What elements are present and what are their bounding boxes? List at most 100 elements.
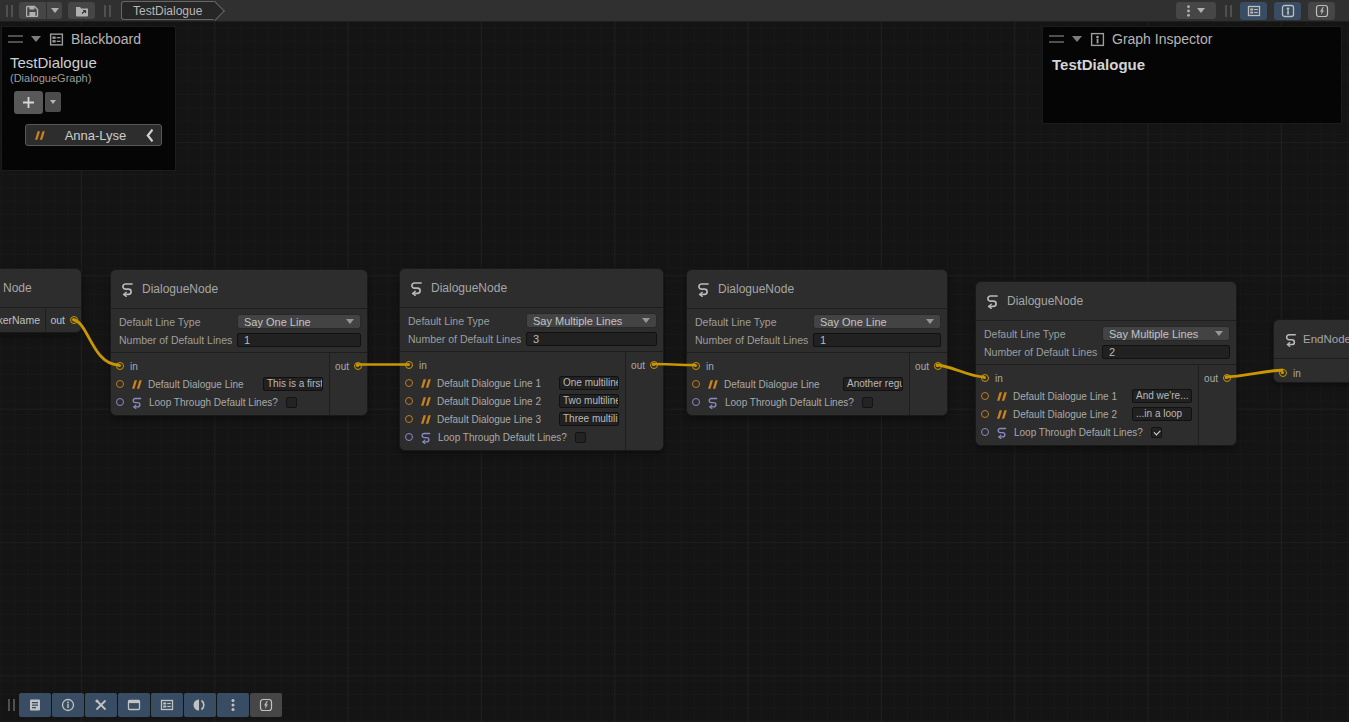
dialogue-line-field[interactable]: One multiline (559, 376, 619, 390)
quote-icon (706, 379, 718, 390)
node-header[interactable]: DialogueNode (976, 282, 1236, 320)
inspector-title: Graph Inspector (1112, 31, 1212, 47)
loop-checkbox[interactable] (1151, 427, 1162, 438)
dialogue-line-port[interactable] (405, 397, 413, 405)
more-button[interactable] (217, 693, 249, 717)
loop-port[interactable] (116, 398, 124, 406)
loop-port[interactable] (692, 398, 700, 406)
info-icon (61, 698, 75, 712)
menu-icon[interactable] (1049, 35, 1064, 43)
add-property-options-button[interactable] (45, 92, 61, 112)
more-options-button[interactable] (1176, 2, 1216, 19)
node-title: DialogueNode (1007, 294, 1083, 308)
tools-button[interactable] (85, 693, 117, 717)
line-type-dropdown[interactable]: Say Multiple Lines (1102, 326, 1230, 341)
num-lines-field[interactable]: 1 (237, 333, 361, 347)
save-button[interactable] (19, 2, 46, 19)
chevron-left-icon[interactable] (146, 128, 154, 142)
top-toolbar: TestDialogue (0, 0, 1349, 22)
dialogue-line-port[interactable] (116, 380, 124, 388)
dialogue-node-2[interactable]: DialogueNode Default Line Type Say Multi… (399, 268, 664, 451)
dialogue-line-field[interactable]: ...in a loop (1132, 407, 1192, 421)
dialogue-line-port[interactable] (981, 410, 989, 418)
dialogue-line-field[interactable]: And we're... (1132, 389, 1192, 403)
dialogue-line-field[interactable]: This is a first (263, 377, 323, 391)
num-lines-field[interactable]: 2 (1102, 345, 1230, 359)
in-port[interactable] (116, 362, 124, 370)
node-header[interactable]: DialogueNode (687, 270, 947, 308)
dialogue-line-label: Default Dialogue Line (724, 379, 820, 390)
loop-checkbox[interactable] (286, 397, 297, 408)
info-button[interactable] (52, 693, 84, 717)
in-port-label: in (706, 361, 714, 372)
start-out-port[interactable] (70, 316, 78, 324)
dialogue-node-3[interactable]: DialogueNode Default Line Type Say One L… (686, 269, 948, 416)
loop-label: Loop Through Default Lines? (725, 397, 854, 408)
dialogue-line-port[interactable] (692, 380, 700, 388)
toggle-bolt-button[interactable] (1308, 2, 1335, 20)
loop-port[interactable] (981, 428, 989, 436)
dialogue-line-port[interactable] (405, 379, 413, 387)
quote-icon (995, 409, 1007, 420)
line-type-dropdown[interactable]: Say One Line (813, 314, 941, 329)
num-lines-field[interactable]: 1 (813, 333, 941, 347)
speaker-field[interactable]: Anna-Lyse (25, 124, 162, 146)
menu-icon[interactable] (8, 35, 23, 43)
console-button[interactable] (19, 693, 51, 717)
in-port[interactable] (405, 361, 413, 369)
tab-testdialogue[interactable]: TestDialogue (121, 1, 216, 20)
in-port[interactable] (692, 362, 700, 370)
node-header[interactable]: DialogueNode (111, 270, 367, 308)
out-port-label: out (335, 361, 349, 372)
toggle-blackboard-button[interactable] (1240, 2, 1267, 20)
blackboard-asset-type: (DialogueGraph) (10, 72, 175, 84)
out-port[interactable] (650, 361, 658, 369)
line-type-dropdown[interactable]: Say Multiple Lines (526, 313, 657, 328)
dropdown-arrow-icon (51, 8, 59, 13)
toolbar-drag-handle[interactable] (1225, 5, 1232, 17)
end-in-port[interactable] (1279, 369, 1287, 377)
dialogue-node-4[interactable]: DialogueNode Default Line Type Say Multi… (975, 281, 1237, 446)
in-port-row: in (976, 369, 1198, 387)
collapse-arrow-icon[interactable] (31, 36, 41, 42)
node-title: DialogueNode (142, 282, 218, 296)
out-port-label: out (631, 360, 645, 371)
loop-checkbox[interactable] (862, 397, 873, 408)
toolbar-drag-handle[interactable] (104, 5, 111, 17)
bolt-button[interactable] (250, 693, 282, 717)
node-header[interactable]: DialogueNode (400, 269, 663, 307)
dialogue-button[interactable] (184, 693, 216, 717)
in-port[interactable] (981, 374, 989, 382)
start-node[interactable]: Node kerName out (0, 268, 82, 333)
toolbar-drag-handle[interactable] (6, 5, 13, 17)
out-port[interactable] (934, 362, 942, 370)
toolbar-drag-handle[interactable] (8, 699, 15, 711)
dialogue-line-port[interactable] (981, 392, 989, 400)
out-port[interactable] (1223, 374, 1231, 382)
dialogue-node-1[interactable]: DialogueNode Default Line Type Say One L… (110, 269, 368, 416)
num-lines-field[interactable]: 3 (526, 332, 657, 346)
dialogue-line-field[interactable]: Another regu (843, 377, 903, 391)
line-type-label: Default Line Type (408, 315, 526, 327)
collapse-arrow-icon[interactable] (1072, 36, 1082, 42)
open-folder-button[interactable] (68, 2, 95, 19)
dialogue-line-field[interactable]: Three multilin (559, 412, 619, 426)
num-lines-label: Number of Default Lines (408, 333, 526, 345)
dialogue-line-port[interactable] (405, 415, 413, 423)
window-button[interactable] (118, 693, 150, 717)
toggle-inspector-button[interactable] (1274, 2, 1301, 20)
in-port-label: in (130, 361, 138, 372)
blackboard-header[interactable]: Blackboard (2, 28, 175, 50)
line-type-dropdown[interactable]: Say One Line (237, 314, 361, 329)
save-options-button[interactable] (47, 2, 62, 19)
inspector-header[interactable]: Graph Inspector (1043, 28, 1341, 50)
out-port[interactable] (354, 362, 362, 370)
blackboard-button[interactable] (151, 693, 183, 717)
dialogue-line-label: Default Dialogue Line 2 (437, 396, 541, 407)
add-property-button[interactable] (14, 91, 43, 114)
tools-icon (94, 698, 108, 712)
end-node[interactable]: EndNode in (1273, 319, 1349, 383)
loop-port[interactable] (405, 433, 413, 441)
loop-checkbox[interactable] (575, 432, 586, 443)
dialogue-line-field[interactable]: Two multiline (559, 394, 619, 408)
